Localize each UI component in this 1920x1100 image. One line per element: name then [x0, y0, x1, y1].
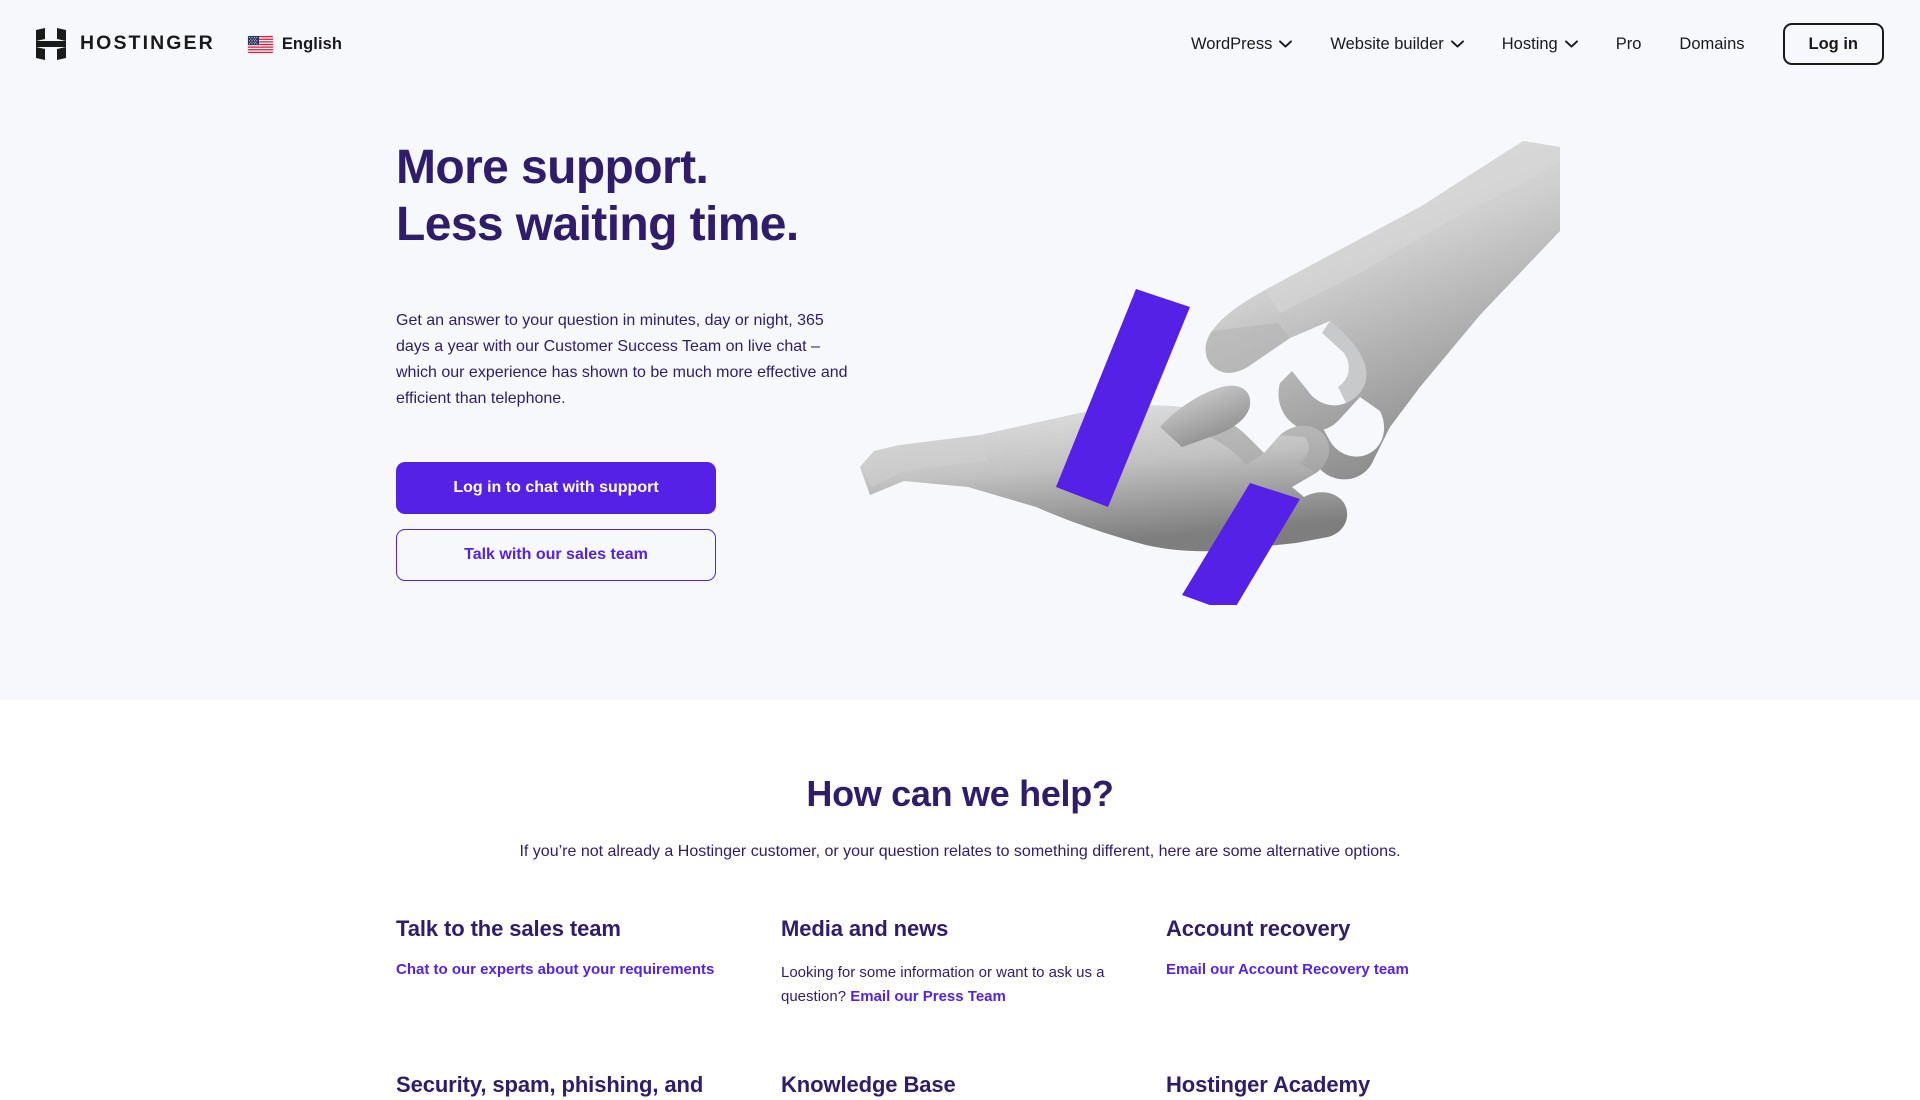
- card-link-email-account-recovery[interactable]: Email our Account Recovery team: [1166, 961, 1409, 978]
- upper-hand: [1205, 141, 1560, 480]
- nav-item-wordpress[interactable]: WordPress: [1191, 25, 1293, 64]
- help-header: How can we help? If you’re not already a…: [0, 700, 1920, 864]
- nav-item-label: Website builder: [1330, 34, 1444, 53]
- main-navigation: WordPress Website builder Hosting Pro Do…: [1191, 22, 1884, 66]
- hostinger-logo-link[interactable]: HOSTINGER: [36, 28, 215, 60]
- hero-description: Get an answer to your question in minute…: [396, 312, 848, 407]
- login-button[interactable]: Log in: [1782, 22, 1884, 66]
- nav-item-website-builder[interactable]: Website builder: [1330, 25, 1464, 64]
- hostinger-wordmark: HOSTINGER: [80, 32, 215, 55]
- card-link-chat-experts[interactable]: Chat to our experts about your requireme…: [396, 961, 714, 978]
- language-label: English: [281, 34, 343, 53]
- nav-item-domains[interactable]: Domains: [1679, 25, 1744, 64]
- help-options-grid: Talk to the sales team Chat to our exper…: [396, 915, 1526, 1100]
- card-title: Security, spam, phishing, and: [396, 1072, 704, 1098]
- lower-hand: [860, 385, 1348, 552]
- help-section-title: How can we help?: [806, 773, 1114, 814]
- page-title: More support. Less waiting time.: [396, 141, 799, 251]
- help-section-subtitle: If you’re not already a Hostinger custom…: [519, 843, 1401, 861]
- brand-group: HOSTINGER English: [36, 28, 342, 60]
- hostinger-h-logo-icon: [36, 28, 66, 60]
- help-card-security-spam-phishing: Security, spam, phishing, and: [396, 1071, 781, 1100]
- help-card-account-recovery: Account recovery Email our Account Recov…: [1166, 915, 1526, 1009]
- purple-accent-bars: [1056, 289, 1300, 605]
- card-link-email-press-team[interactable]: Email our Press Team: [850, 988, 1006, 1005]
- card-title: Account recovery: [1166, 916, 1351, 941]
- help-card-knowledge-base: Knowledge Base: [781, 1071, 1166, 1100]
- language-switcher[interactable]: English: [247, 34, 343, 54]
- us-flag-icon: [247, 35, 273, 53]
- hero-content: More support. Less waiting time. Get an …: [396, 140, 866, 581]
- card-title: Knowledge Base: [781, 1072, 956, 1098]
- nav-item-label: Hosting: [1501, 34, 1558, 53]
- hero-section: More support. Less waiting time. Get an …: [0, 0, 1920, 700]
- nav-item-label: WordPress: [1191, 34, 1273, 53]
- nav-item-label: Domains: [1679, 34, 1745, 53]
- help-card-hostinger-academy: Hostinger Academy: [1166, 1071, 1526, 1100]
- chevron-down-icon: [1450, 40, 1464, 48]
- card-title: Talk to the sales team: [396, 916, 621, 941]
- hands-collage-illustration: [860, 135, 1560, 605]
- help-card-media-and-news: Media and news Looking for some informat…: [781, 915, 1166, 1009]
- how-can-we-help-section: How can we help? If you’re not already a…: [0, 700, 1920, 1097]
- nav-item-label: Pro: [1615, 34, 1642, 53]
- chevron-down-icon: [1279, 40, 1293, 48]
- hero-actions: Log in to chat with support Talk with ou…: [396, 461, 866, 581]
- card-body: Looking for some information or want to …: [781, 961, 1136, 1010]
- card-title: Media and news: [781, 916, 949, 941]
- chevron-down-icon: [1564, 40, 1578, 48]
- help-card-sales-team: Talk to the sales team Chat to our exper…: [396, 915, 781, 1009]
- card-title: Hostinger Academy: [1166, 1072, 1371, 1098]
- site-header: HOSTINGER English WordPress Website buil…: [0, 0, 1920, 88]
- talk-with-sales-button[interactable]: Talk with our sales team: [396, 528, 716, 581]
- login-to-chat-button[interactable]: Log in to chat with support: [396, 461, 716, 514]
- nav-item-pro[interactable]: Pro: [1616, 25, 1642, 64]
- nav-item-hosting[interactable]: Hosting: [1502, 25, 1578, 64]
